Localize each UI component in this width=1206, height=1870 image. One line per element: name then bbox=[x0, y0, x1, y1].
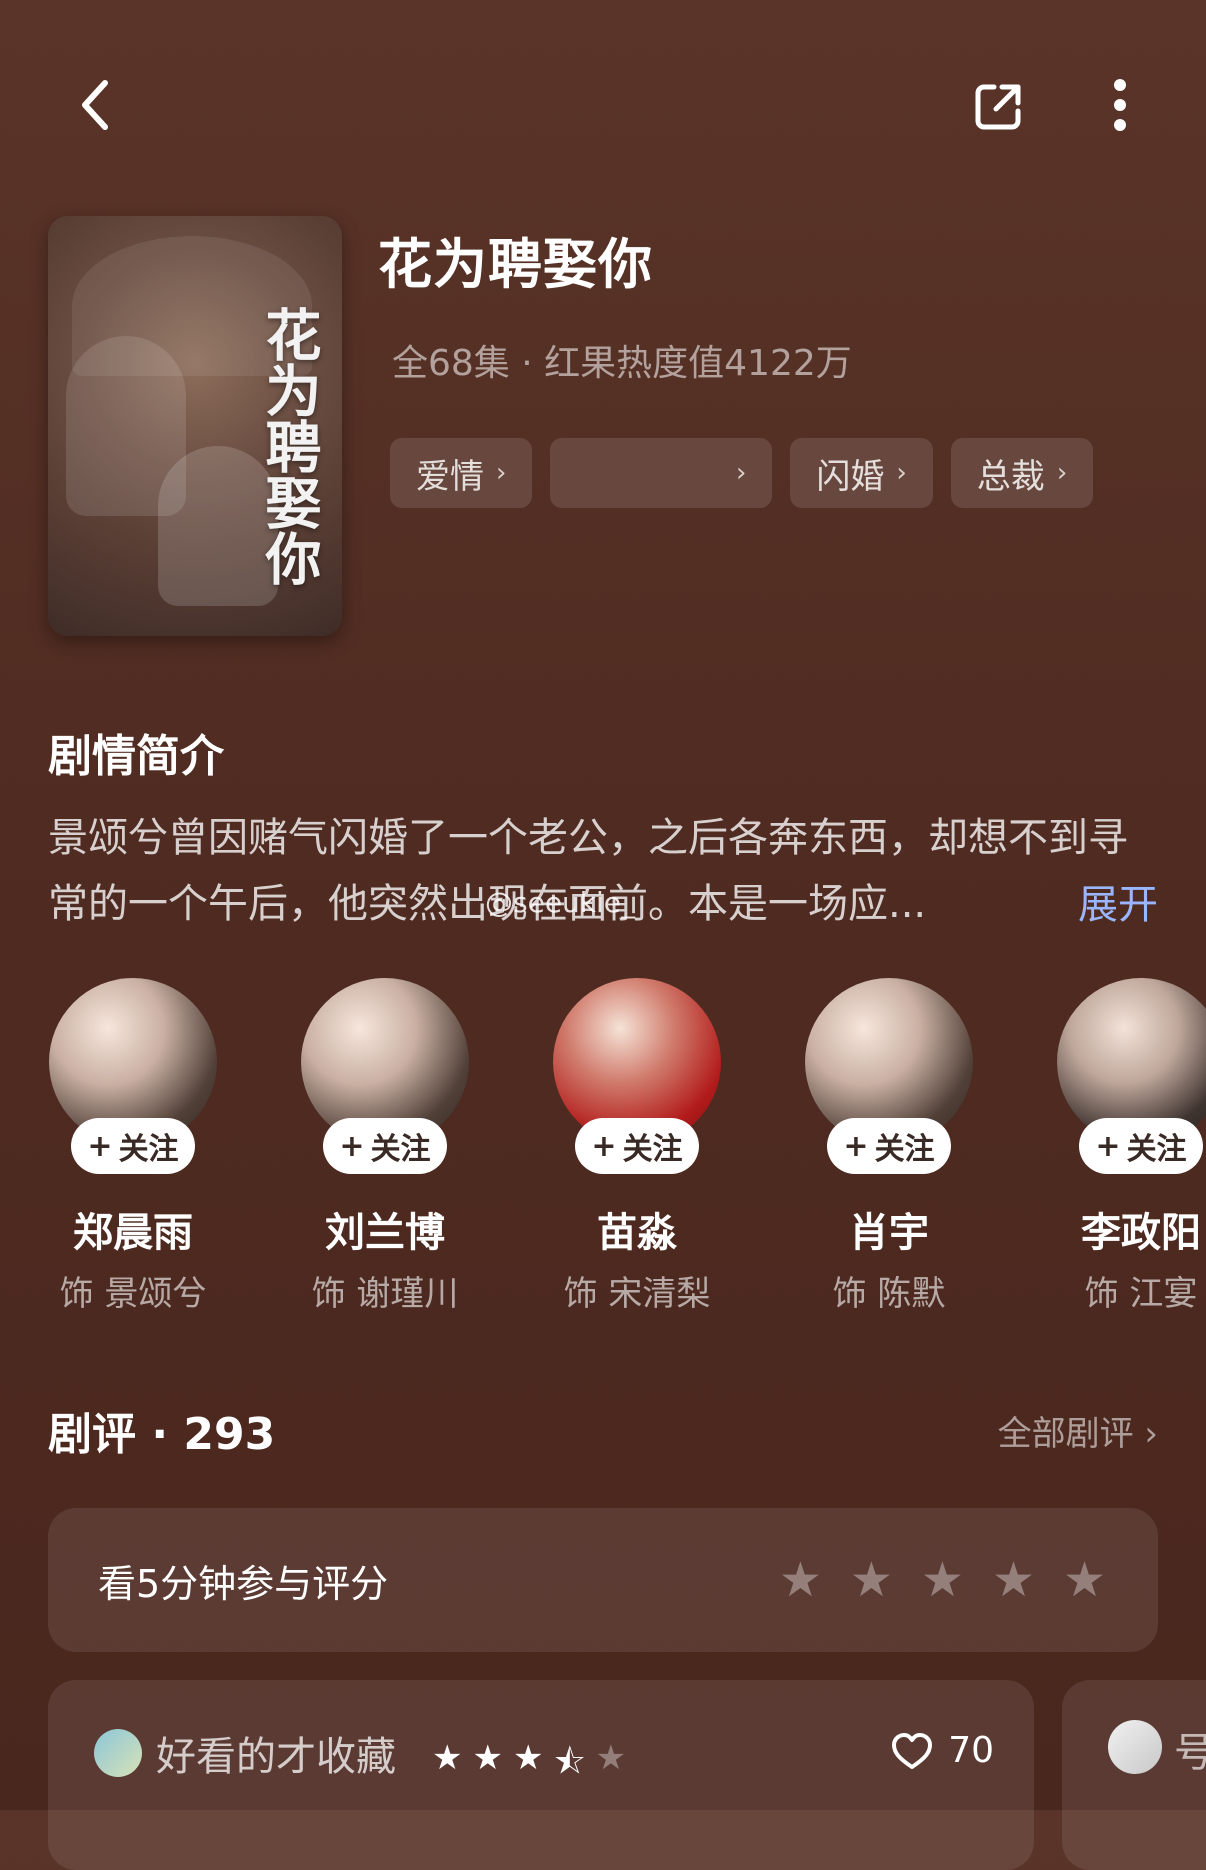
plus-icon: + bbox=[591, 1128, 617, 1164]
rating-prompt: 看5分钟参与评分 bbox=[98, 1561, 389, 1606]
tag-romance[interactable]: 爱情 › bbox=[390, 438, 533, 508]
follow-button[interactable]: + 关注 bbox=[827, 1118, 951, 1174]
follow-label: 关注 bbox=[622, 1132, 683, 1167]
follow-button[interactable]: + 关注 bbox=[323, 1118, 447, 1174]
cast-name: 郑晨雨 bbox=[73, 1210, 193, 1256]
top-bar bbox=[0, 60, 1206, 150]
review-title: 号 bbox=[1174, 1730, 1206, 1776]
plus-icon: + bbox=[87, 1128, 113, 1164]
cast-role: 饰 宋清梨 bbox=[563, 1274, 711, 1314]
star-icon[interactable]: ★ bbox=[850, 1552, 893, 1608]
chevron-right-icon: › bbox=[496, 458, 507, 488]
cast-member[interactable]: + 关注 刘兰博 饰 谢瑾川 bbox=[300, 978, 470, 1315]
cast-name: 李政阳 bbox=[1081, 1210, 1201, 1256]
poster-image[interactable]: 花为聘娶你 bbox=[48, 216, 342, 636]
poster-title: 花为聘娶你 bbox=[256, 306, 322, 586]
chevron-right-icon: › bbox=[896, 458, 907, 488]
all-reviews-link[interactable]: 全部剧评 › bbox=[998, 1406, 1158, 1455]
avatar[interactable]: + 关注 bbox=[301, 978, 469, 1174]
avatar bbox=[94, 1729, 142, 1777]
expand-link[interactable]: 展开 bbox=[1078, 872, 1158, 930]
cast-member[interactable]: + 关注 郑晨雨 饰 景颂兮 bbox=[48, 978, 218, 1315]
avatar bbox=[1108, 1720, 1162, 1774]
star-icon[interactable]: ★ bbox=[779, 1552, 822, 1608]
back-button[interactable] bbox=[60, 70, 130, 140]
follow-label: 关注 bbox=[370, 1132, 431, 1167]
plus-icon: + bbox=[339, 1128, 365, 1164]
cast-name: 苗淼 bbox=[597, 1210, 677, 1256]
share-button[interactable] bbox=[965, 70, 1035, 140]
cast-member[interactable]: + 关注 李政阳 饰 江宴 bbox=[1056, 978, 1206, 1315]
tag-label: 闪婚 bbox=[816, 456, 885, 497]
cast-member[interactable]: + 关注 肖宇 饰 陈默 bbox=[804, 978, 974, 1315]
reviews-title: 剧评 · 293 bbox=[48, 1409, 276, 1460]
follow-button[interactable]: + 关注 bbox=[1079, 1118, 1203, 1174]
cast-name: 肖宇 bbox=[849, 1210, 929, 1256]
more-button[interactable] bbox=[1085, 70, 1155, 140]
reviewer: 好看的才收藏 bbox=[94, 1724, 396, 1782]
tag-blurred[interactable]: › bbox=[550, 438, 773, 508]
share-icon bbox=[975, 84, 1021, 130]
star-icon: ★ bbox=[432, 1738, 463, 1778]
tag-ceo[interactable]: 总裁 › bbox=[950, 438, 1094, 508]
plus-icon: + bbox=[843, 1128, 869, 1164]
cast-list: + 关注 郑晨雨 饰 景颂兮 + 关注 刘兰博 饰 谢瑾川 + 关注 苗淼 饰 宋清梨… bbox=[48, 978, 1206, 1318]
star-icon: ★ bbox=[512, 1738, 544, 1778]
follow-label: 关注 bbox=[874, 1132, 935, 1167]
tag-label: 爱情 bbox=[416, 456, 484, 497]
review-rating: ★ ★ ★ ⯪ ★ bbox=[432, 1738, 626, 1795]
like-count: 70 bbox=[948, 1730, 994, 1771]
cast-name: 刘兰博 bbox=[325, 1210, 445, 1256]
synopsis-title: 剧情简介 bbox=[48, 731, 224, 782]
plus-icon: + bbox=[1095, 1128, 1121, 1164]
rating-card[interactable]: 看5分钟参与评分 ★ ★ ★ ★ ★ bbox=[48, 1508, 1158, 1652]
avatar[interactable]: + 关注 bbox=[553, 978, 721, 1174]
tag-label: 总裁 bbox=[976, 456, 1045, 497]
chevron-right-icon: › bbox=[1056, 458, 1068, 488]
star-icon[interactable]: ★ bbox=[921, 1552, 964, 1608]
follow-label: 关注 bbox=[1126, 1132, 1187, 1167]
show-title: 花为聘娶你 bbox=[378, 233, 653, 296]
chevron-left-icon bbox=[82, 80, 108, 130]
avatar[interactable]: + 关注 bbox=[805, 978, 973, 1174]
star-half-icon: ⯪ bbox=[553, 1742, 586, 1782]
star-icon[interactable]: ★ bbox=[1063, 1552, 1106, 1608]
cast-role: 饰 陈默 bbox=[832, 1274, 946, 1314]
follow-label: 关注 bbox=[118, 1132, 179, 1167]
review-card[interactable]: 好看的才收藏 ★ ★ ★ ⯪ ★ 70 bbox=[48, 1680, 1034, 1870]
watermark-text: @seeukie_ bbox=[485, 886, 636, 919]
star-icon[interactable]: ★ bbox=[992, 1552, 1035, 1608]
follow-button[interactable]: + 关注 bbox=[575, 1118, 699, 1174]
chevron-right-icon: › bbox=[736, 458, 747, 488]
review-card[interactable]: 号 bbox=[1062, 1680, 1206, 1870]
more-vertical-icon bbox=[1114, 79, 1126, 131]
star-icon: ★ bbox=[472, 1738, 503, 1778]
rating-stars[interactable]: ★ ★ ★ ★ ★ bbox=[779, 1552, 1106, 1608]
follow-button[interactable]: + 关注 bbox=[71, 1118, 195, 1174]
heart-icon bbox=[892, 1732, 933, 1769]
star-icon: ★ bbox=[595, 1738, 627, 1778]
avatar[interactable]: + 关注 bbox=[1057, 978, 1206, 1174]
cast-role: 饰 景颂兮 bbox=[59, 1274, 207, 1314]
cast-role: 饰 谢瑾川 bbox=[311, 1274, 459, 1314]
review-title: 好看的才收藏 bbox=[156, 1734, 396, 1780]
all-reviews-label: 全部剧评 bbox=[997, 1414, 1134, 1454]
like-button[interactable]: 70 bbox=[890, 1730, 994, 1771]
cast-member[interactable]: + 关注 苗淼 饰 宋清梨 bbox=[552, 978, 722, 1315]
tag-list: 爱情 › › 闪婚 › 总裁 › bbox=[390, 438, 1094, 508]
chevron-right-icon: › bbox=[1144, 1414, 1158, 1454]
tag-flash-marriage[interactable]: 闪婚 › bbox=[790, 438, 933, 508]
cast-role: 饰 江宴 bbox=[1084, 1274, 1198, 1314]
show-meta: 全68集 · 红果热度值4122万 bbox=[392, 343, 852, 384]
avatar[interactable]: + 关注 bbox=[49, 978, 217, 1174]
